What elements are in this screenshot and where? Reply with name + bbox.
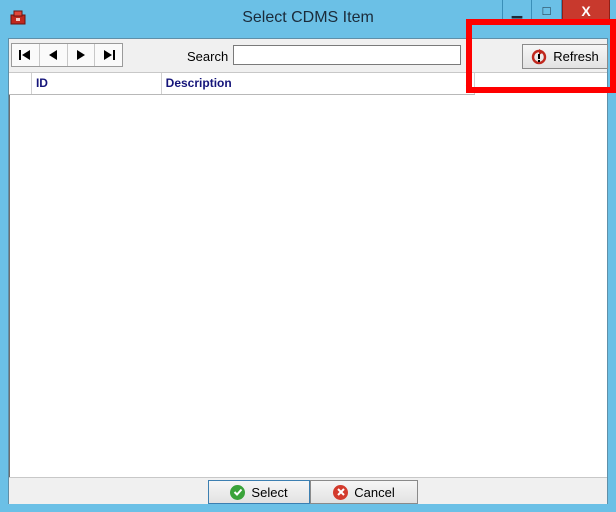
search-input[interactable]	[233, 45, 461, 65]
select-button[interactable]: Select	[208, 480, 310, 504]
maximize-icon: □	[542, 3, 551, 18]
search-label: Search	[187, 49, 229, 64]
close-button[interactable]: X	[562, 0, 610, 22]
row-indicator-header	[9, 73, 32, 94]
refresh-icon	[532, 48, 547, 64]
minimize-button[interactable]: ▁	[502, 0, 532, 22]
checkmark-icon	[230, 484, 246, 500]
minimize-icon: ▁	[512, 3, 522, 18]
next-record-button[interactable]	[68, 44, 96, 66]
dialog-footer: Select Cancel	[9, 477, 607, 504]
toolbar: Search Refresh	[9, 39, 608, 73]
select-label: Select	[251, 484, 288, 500]
refresh-button[interactable]: Refresh	[522, 44, 608, 69]
refresh-label: Refresh	[553, 49, 599, 64]
last-record-button[interactable]	[95, 44, 122, 66]
close-icon: X	[581, 2, 591, 19]
record-navigator	[11, 43, 123, 67]
grid-header: ID Description ^	[9, 73, 475, 95]
items-grid[interactable]: ID Description ^	[9, 73, 607, 477]
dialog-window: Select CDMS Item ▁ □ X Search Refresh ID…	[0, 0, 616, 512]
first-record-button[interactable]	[12, 44, 40, 66]
next-record-icon	[76, 50, 85, 60]
sort-ascending-icon: ^	[465, 81, 470, 91]
cancel-label: Cancel	[354, 484, 395, 500]
first-record-icon	[19, 50, 31, 60]
cancel-button[interactable]: Cancel	[310, 480, 418, 504]
previous-record-button[interactable]	[40, 44, 68, 66]
grid-border	[9, 73, 10, 477]
last-record-icon	[103, 50, 115, 60]
maximize-button[interactable]: □	[532, 0, 562, 22]
column-header-description-label: Description	[165, 76, 232, 90]
column-header-description[interactable]: Description ^	[162, 73, 475, 94]
dialog-client-area: Search Refresh ID Description ^ Select C…	[8, 38, 608, 504]
cancel-icon	[333, 484, 349, 500]
title-bar[interactable]: Select CDMS Item ▁ □ X	[0, 0, 616, 38]
previous-record-icon	[49, 50, 58, 60]
column-header-id[interactable]: ID	[32, 73, 162, 94]
